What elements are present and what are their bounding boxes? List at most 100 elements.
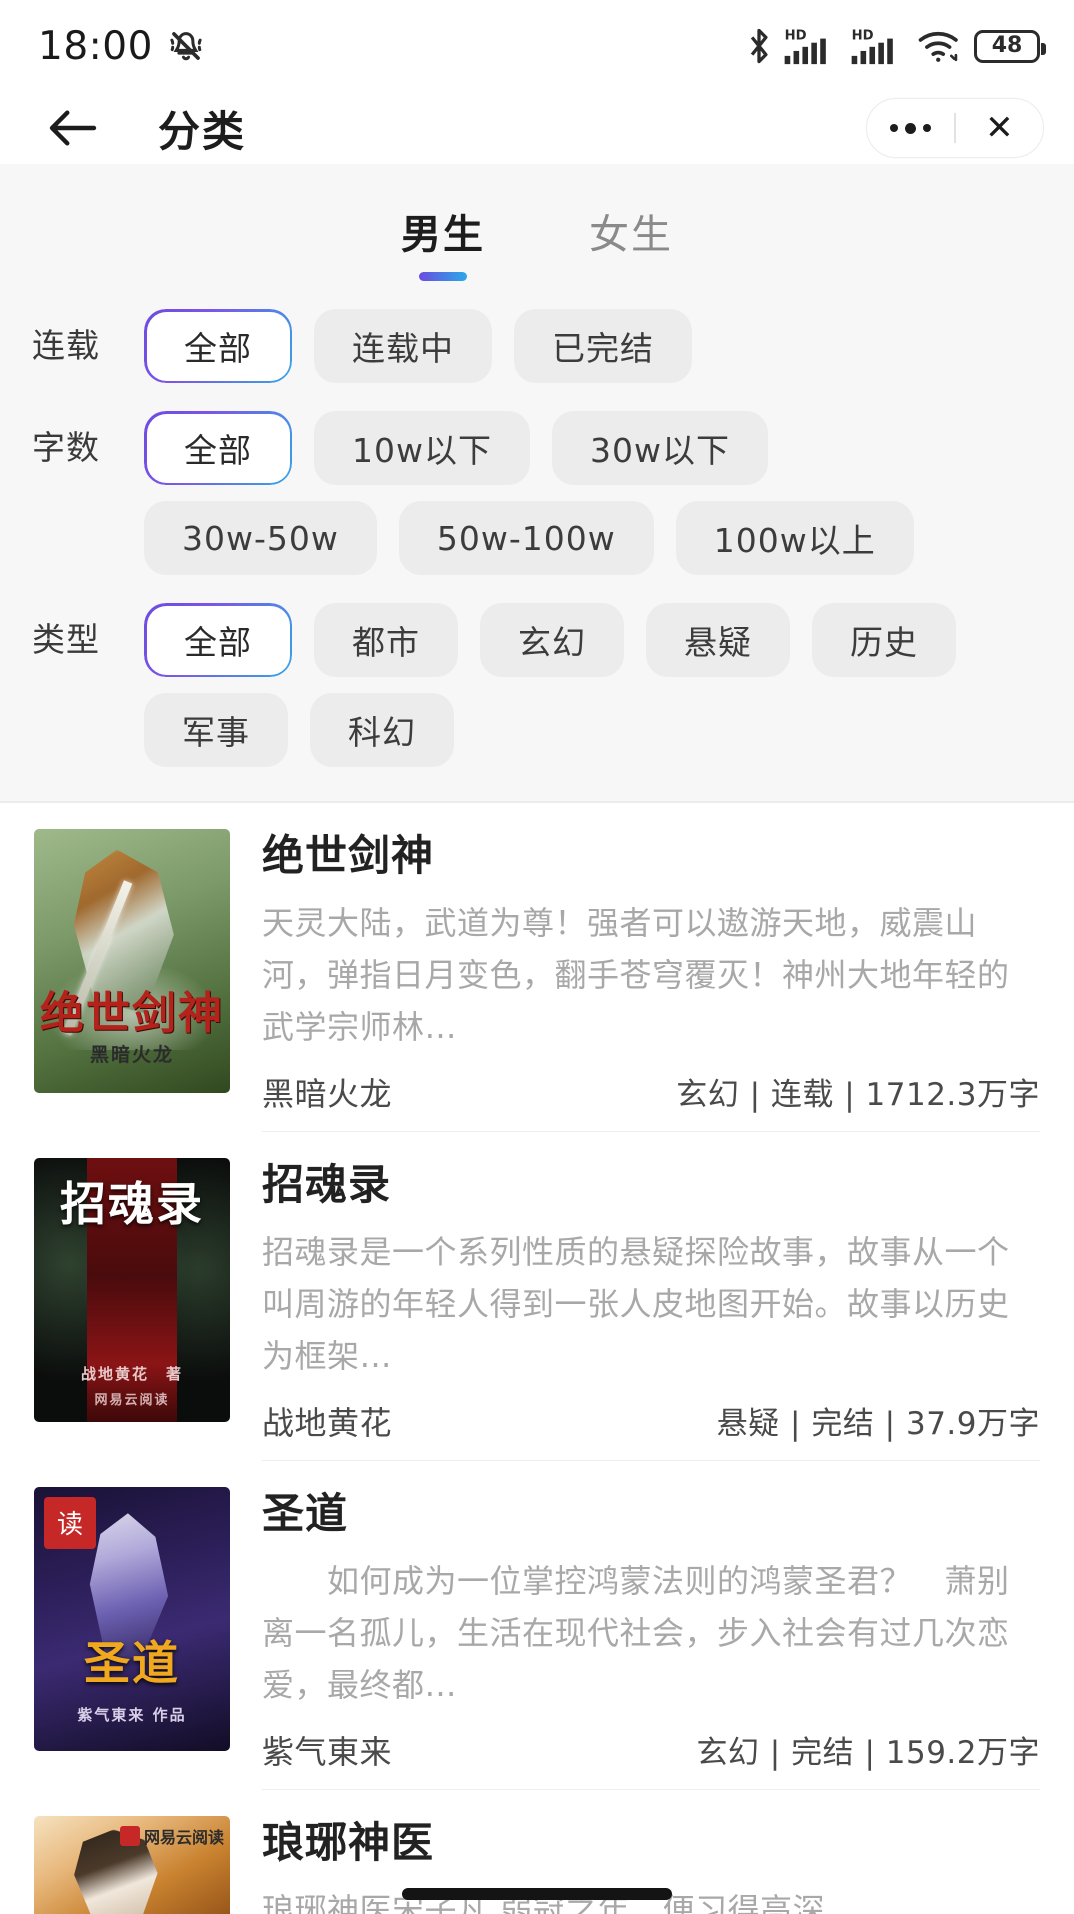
home-indicator[interactable]: [402, 1888, 672, 1900]
phone-screen: 18:00 HD HD 48 分类 ✕ 男生 女生 连载 全部 连载中 已完结 …: [0, 0, 1074, 1914]
book-author: 紫气東来: [262, 1733, 393, 1772]
chip-wordcount-over100w[interactable]: 100w以上: [675, 501, 914, 575]
chip-wordcount-under10w[interactable]: 10w以下: [314, 411, 530, 485]
filter-chips-wordcount: 全部 10w以下 30w以下: [144, 411, 768, 485]
page-title: 分类: [158, 106, 247, 156]
tab-male[interactable]: 男生: [401, 202, 485, 281]
book-description: 招魂录是一个系列性质的悬疑探险故事，故事从一个叫周游的年轻人得到一张人皮地图开始…: [262, 1232, 1010, 1375]
nav-bar: 分类 ✕: [0, 92, 1074, 164]
book-cover-image: 绝世剑神 黑暗火龙: [34, 828, 230, 1093]
filter-chips-wordcount-2: 30w-50w 50w-100w 100w以上: [144, 501, 914, 575]
bluetooth-icon: [746, 27, 772, 65]
book-info: 绝世剑神 天灵大陆，武道为尊！强者可以遨游天地，威震山河，弹指日月变色，翻手苍穹…: [262, 829, 1040, 1132]
battery-icon: 48: [974, 29, 1046, 63]
hd-signal-icon: HD: [850, 26, 906, 66]
filter-group-genre: 类型 全部 都市 玄幻 悬疑 历史: [0, 603, 1074, 677]
cover-brand-text: 网易云阅读: [143, 1828, 224, 1848]
chip-wordcount-all[interactable]: 全部: [144, 411, 292, 485]
book-stats: 玄幻 | 连载 | 1712.3万字: [676, 1076, 1040, 1113]
chip-serial-all[interactable]: 全部: [144, 309, 292, 383]
book-title: 招魂录: [262, 1159, 392, 1209]
book-author: 战地黄花: [262, 1403, 393, 1442]
tab-male-label: 男生: [401, 212, 485, 258]
status-bar-right: HD HD 48: [746, 26, 1046, 66]
book-cover-image: 网易云阅读: [34, 1816, 230, 1914]
book-meta: 战地黄花 悬疑 | 完结 | 37.9万字: [262, 1398, 1040, 1461]
status-bar: 18:00 HD HD 48: [0, 0, 1074, 92]
wifi-icon: [917, 28, 963, 64]
book-info: 招魂录 招魂录是一个系列性质的悬疑探险故事，故事从一个叫周游的年轻人得到一张人皮…: [262, 1158, 1040, 1461]
book-list-item[interactable]: 绝世剑神 黑暗火龙 绝世剑神 天灵大陆，武道为尊！强者可以遨游天地，威震山河，弹…: [0, 803, 1074, 1132]
filter-chips-genre: 全部 都市 玄幻 悬疑 历史: [144, 603, 956, 677]
gender-tabs: 男生 女生: [0, 164, 1074, 281]
more-dots-icon: [890, 122, 932, 134]
cover-author-text: 黑暗火龙: [89, 1043, 174, 1066]
svg-text:HD: HD: [852, 28, 874, 43]
mini-program-capsule: ✕: [866, 98, 1044, 158]
book-list: 绝世剑神 黑暗火龙 绝世剑神 天灵大陆，武道为尊！强者可以遨游天地，威震山河，弹…: [0, 802, 1074, 1914]
cover-title-text: 圣道: [84, 1635, 180, 1690]
cover-brand-text: 网易云阅读: [94, 1392, 170, 1408]
book-description: 如何成为一位掌控鸿蒙法则的鸿蒙圣君？ 萧别离一名孤儿，生活在现代社会，步入社会有…: [262, 1562, 1010, 1705]
bell-mute-icon: [167, 27, 205, 65]
back-button[interactable]: [44, 99, 102, 157]
back-arrow-icon: [46, 107, 100, 149]
svg-text:HD: HD: [785, 28, 807, 43]
chip-genre-urban[interactable]: 都市: [314, 603, 458, 677]
battery-level: 48: [991, 33, 1023, 58]
chip-genre-military[interactable]: 军事: [144, 693, 288, 767]
dot: [890, 124, 899, 132]
filter-group-serial: 连载 全部 连载中 已完结: [0, 309, 1074, 383]
book-cover-image: 招魂录 战地黄花 著 网易云阅读: [34, 1157, 230, 1422]
cover-brand: 网易云阅读: [119, 1824, 224, 1848]
book-list-item[interactable]: 招魂录 战地黄花 著 网易云阅读 招魂录 招魂录是一个系列性质的悬疑探险故事，故…: [0, 1132, 1074, 1461]
chip-genre-scifi[interactable]: 科幻: [310, 693, 454, 767]
filter-label-serial: 连载: [32, 326, 100, 365]
book-cover-image: 读 圣道 紫气東来 作品: [34, 1486, 230, 1751]
cover-title-text: 招魂录: [60, 1176, 204, 1231]
close-x-icon: ✕: [985, 108, 1014, 148]
more-button[interactable]: [867, 99, 954, 157]
chip-genre-suspense[interactable]: 悬疑: [646, 603, 790, 677]
filter-panel: 男生 女生 连载 全部 连载中 已完结 字数 全部 10w以下 30w以下 30…: [0, 164, 1074, 801]
brand-square-icon: [119, 1826, 140, 1847]
book-description: 天灵大陆，武道为尊！强者可以遨游天地，威震山河，弹指日月变色，翻手苍穹覆灭！神州…: [262, 903, 1010, 1046]
cover-author-text: 战地黄花 著: [80, 1364, 183, 1383]
chip-genre-history[interactable]: 历史: [812, 603, 956, 677]
tab-active-underline: [419, 272, 467, 281]
close-button[interactable]: ✕: [956, 99, 1043, 157]
cover-author-text: 紫气東来 作品: [77, 1705, 187, 1724]
chip-wordcount-under30w[interactable]: 30w以下: [551, 411, 768, 485]
chip-serial-ongoing[interactable]: 连载中: [314, 309, 492, 383]
filter-group-wordcount-row2: 30w-50w 50w-100w 100w以上: [0, 501, 1074, 575]
chip-serial-completed[interactable]: 已完结: [514, 309, 692, 383]
cover-title-text: 绝世剑神: [40, 987, 224, 1039]
filter-group-wordcount: 字数 全部 10w以下 30w以下: [0, 411, 1074, 485]
book-stats: 玄幻 | 完结 | 159.2万字: [696, 1735, 1040, 1772]
filter-label-genre: 类型: [32, 620, 100, 659]
filter-chips-genre-2: 军事 科幻: [144, 693, 454, 767]
book-title: 圣道: [262, 1488, 349, 1538]
filter-chips-serial: 全部 连载中 已完结: [144, 309, 692, 383]
filter-label-wordcount: 字数: [32, 428, 100, 467]
chip-wordcount-30w-50w[interactable]: 30w-50w: [144, 501, 377, 575]
book-title: 绝世剑神: [262, 830, 435, 880]
book-info: 圣道 如何成为一位掌控鸿蒙法则的鸿蒙圣君？ 萧别离一名孤儿，生活在现代社会，步入…: [262, 1487, 1040, 1791]
tab-female[interactable]: 女生: [589, 202, 673, 281]
tab-female-label: 女生: [589, 212, 673, 258]
book-meta: 紫气東来 玄幻 | 完结 | 159.2万字: [262, 1727, 1040, 1791]
dot: [923, 124, 932, 132]
book-author: 黑暗火龙: [262, 1074, 393, 1113]
book-title: 琅琊神医: [262, 1818, 435, 1868]
status-time: 18:00: [38, 23, 153, 69]
book-list-item[interactable]: 读 圣道 紫气東来 作品 圣道 如何成为一位掌控鸿蒙法则的鸿蒙圣君？ 萧别离一名…: [0, 1461, 1074, 1791]
book-stats: 悬疑 | 完结 | 37.9万字: [716, 1405, 1040, 1442]
filter-group-genre-row2: 军事 科幻: [0, 693, 1074, 767]
status-bar-left: 18:00: [38, 24, 205, 69]
cover-badge: 读: [44, 1496, 96, 1549]
chip-wordcount-50w-100w[interactable]: 50w-100w: [398, 501, 654, 575]
chip-genre-fantasy[interactable]: 玄幻: [480, 603, 624, 677]
dot: [905, 122, 917, 134]
chip-genre-all[interactable]: 全部: [144, 603, 292, 677]
hd-signal-icon: HD: [783, 26, 839, 66]
